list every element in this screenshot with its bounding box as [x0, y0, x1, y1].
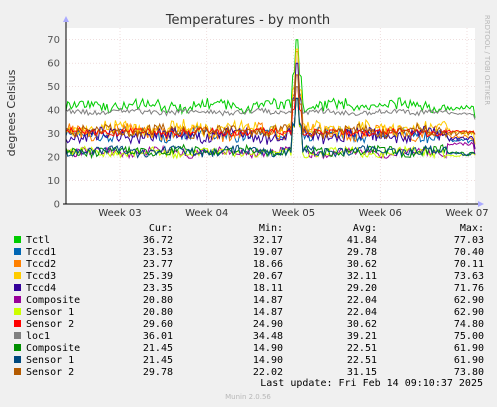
legend-series-name: loc1 — [26, 331, 50, 342]
legend-value-cur: 23.35 — [143, 283, 173, 294]
legend-value-cur: 36.72 — [143, 235, 173, 246]
legend-header-avg: Avg: — [353, 223, 377, 234]
legend-value-min: 14.90 — [253, 343, 283, 354]
legend-swatch — [14, 272, 21, 279]
legend-series-name: Tctl — [26, 235, 50, 246]
legend-series-name: Sensor 1 — [26, 355, 74, 366]
legend-value-cur: 25.39 — [143, 271, 173, 282]
legend-value-avg: 39.21 — [347, 331, 377, 342]
legend-series-name: Tccd3 — [26, 271, 56, 282]
legend-value-max: 74.80 — [454, 319, 484, 330]
legend-value-cur: 29.78 — [143, 367, 173, 378]
y-tick-label: 30 — [47, 129, 60, 140]
x-tick-label: Week 03 — [98, 208, 141, 219]
x-tick-label: Week 07 — [445, 208, 488, 219]
y-tick-label: 40 — [47, 106, 60, 117]
legend-value-min: 18.11 — [253, 283, 283, 294]
legend-value-avg: 31.15 — [347, 367, 377, 378]
legend-series-name: Sensor 2 — [26, 367, 74, 378]
legend-swatch — [14, 296, 21, 303]
y-axis-label: degrees Celsius — [5, 69, 18, 156]
legend-value-avg: 30.62 — [347, 319, 377, 330]
legend-series-name: Tccd1 — [26, 247, 56, 258]
y-tick-label: 50 — [47, 82, 60, 93]
chart-title: Temperatures - by month — [165, 13, 330, 28]
legend-value-cur: 21.45 — [143, 355, 173, 366]
legend-value-max: 70.11 — [454, 259, 484, 270]
legend-series-name: Sensor 2 — [26, 319, 74, 330]
legend-value-avg: 29.78 — [347, 247, 377, 258]
legend-value-min: 34.48 — [253, 331, 283, 342]
legend-value-min: 20.67 — [253, 271, 283, 282]
legend-value-min: 14.87 — [253, 295, 283, 306]
legend-value-max: 75.00 — [454, 331, 484, 342]
legend-swatch — [14, 236, 21, 243]
legend-value-cur: 36.01 — [143, 331, 173, 342]
legend-value-cur: 23.77 — [143, 259, 173, 270]
x-tick-label: Week 05 — [272, 208, 315, 219]
legend-header-min: Min: — [259, 223, 283, 234]
legend-value-cur: 23.53 — [143, 247, 173, 258]
legend-value-max: 73.63 — [454, 271, 484, 282]
legend-value-avg: 41.84 — [347, 235, 377, 246]
y-tick-label: 10 — [47, 176, 60, 187]
legend-value-max: 62.90 — [454, 307, 484, 318]
legend-swatch — [14, 332, 21, 339]
legend-value-avg: 22.04 — [347, 295, 377, 306]
legend-value-avg: 22.51 — [347, 343, 377, 354]
legend-swatch — [14, 344, 21, 351]
legend-value-cur: 21.45 — [143, 343, 173, 354]
x-tick-label: Week 06 — [359, 208, 402, 219]
legend-value-min: 24.90 — [253, 319, 283, 330]
legend-series-name: Tccd2 — [26, 259, 56, 270]
legend-series-name: Tccd4 — [26, 283, 56, 294]
rrdtool-side-label: RRDTOOL / TOBI OETIKER — [483, 15, 491, 105]
legend-swatch — [14, 308, 21, 315]
legend-value-min: 22.02 — [253, 367, 283, 378]
legend-header-cur: Cur: — [149, 223, 173, 234]
legend-value-max: 71.76 — [454, 283, 484, 294]
legend-value-avg: 22.51 — [347, 355, 377, 366]
legend-header-max: Max: — [460, 223, 484, 234]
y-tick-label: 60 — [47, 59, 60, 70]
munin-version: Munin 2.0.56 — [225, 393, 271, 401]
legend-swatch — [14, 248, 21, 255]
legend-value-avg: 22.04 — [347, 307, 377, 318]
x-tick-label: Week 04 — [185, 208, 228, 219]
legend-series-name: Composite — [26, 343, 80, 354]
legend-swatch — [14, 356, 21, 363]
legend-value-min: 32.17 — [253, 235, 283, 246]
plot-area — [66, 28, 475, 204]
y-tick-label: 0 — [54, 200, 60, 211]
legend-swatch — [14, 260, 21, 267]
legend-swatch — [14, 284, 21, 291]
legend-series-name: Composite — [26, 295, 80, 306]
legend-value-avg: 30.62 — [347, 259, 377, 270]
legend-value-avg: 29.20 — [347, 283, 377, 294]
legend-series-name: Sensor 1 — [26, 307, 74, 318]
temperature-chart: 010203040506070 Temperatures - by month … — [0, 0, 497, 407]
last-update: Last update: Fri Feb 14 09:10:37 2025 — [260, 378, 483, 389]
legend-value-max: 70.40 — [454, 247, 484, 258]
legend-value-cur: 20.80 — [143, 307, 173, 318]
legend-value-min: 14.87 — [253, 307, 283, 318]
legend-value-max: 61.90 — [454, 355, 484, 366]
legend-value-cur: 20.80 — [143, 295, 173, 306]
legend-value-max: 73.80 — [454, 367, 484, 378]
legend-value-min: 18.66 — [253, 259, 283, 270]
legend-swatch — [14, 368, 21, 375]
legend-value-max: 61.90 — [454, 343, 484, 354]
legend-swatch — [14, 320, 21, 327]
legend-value-cur: 29.60 — [143, 319, 173, 330]
y-tick-label: 20 — [47, 153, 60, 164]
legend-value-min: 14.90 — [253, 355, 283, 366]
legend-value-avg: 32.11 — [347, 271, 377, 282]
legend-value-min: 19.07 — [253, 247, 283, 258]
y-tick-label: 70 — [47, 35, 60, 46]
legend-value-max: 77.03 — [454, 235, 484, 246]
legend-value-max: 62.90 — [454, 295, 484, 306]
